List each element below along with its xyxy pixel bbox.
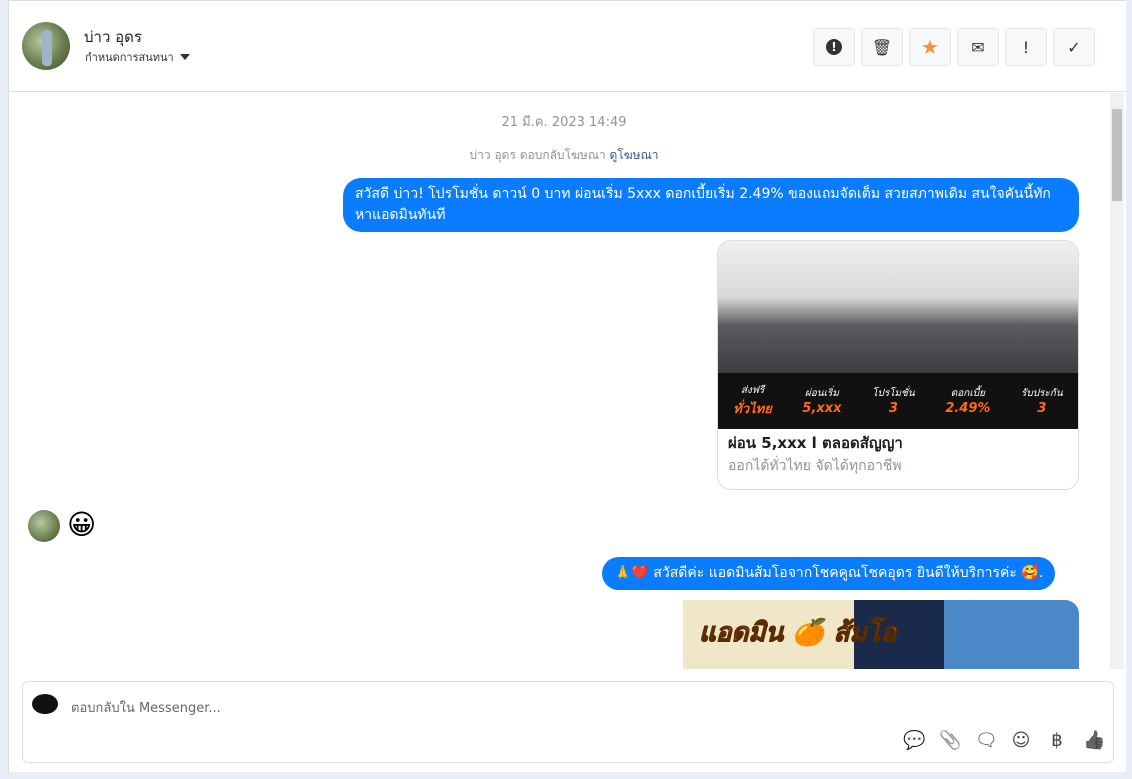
promo-value: 3 [888,401,898,416]
ad-reply-notice: บ่าว อุดร ตอบกลับโฆษณา ดูโฆษณา [9,146,1109,165]
mark-unread-button[interactable]: ✉ [957,28,999,66]
message-bubble: 🙏❤️ สวัสดีค่ะ แอดมินส้มโอจากโชคคูณโชคอุด… [602,557,1056,590]
car-image: ส่งฟรี ทั่วไทย ผ่อนเริ่ม 5,xxx โปรโมชั่น 3 … [718,241,1078,429]
promo-label: ส่งฟรี [740,385,765,396]
saved-reply-icon[interactable]: 💬 [903,730,925,751]
star-button[interactable]: ★ [909,28,951,66]
attachment-icon[interactable]: 📎 [939,730,961,751]
view-ad-link[interactable]: ดูโฆษณา [610,148,659,162]
card-subtitle: ออกได้ทั่วไทย จัดได้ทุกอาชีพ [728,458,902,474]
card-title: ผ่อน 5,xxx l ตลอดสัญญา [728,434,903,452]
page-avatar [32,694,58,714]
image-attachment[interactable]: แอดมิน 🍊 ส้มโอ [629,600,1079,669]
star-icon: ★ [921,35,939,59]
scrollbar-thumb[interactable] [1112,109,1122,201]
exclamation-icon: ! [1022,37,1030,57]
follow-up-button[interactable]: ! [1005,28,1047,66]
spam-button[interactable]: ! [813,28,855,66]
delete-button[interactable]: 🗑 [861,28,903,66]
assign-label: กำหนดการสนทนา [85,51,174,64]
envelope-icon: ✉ [971,37,985,57]
promo-value: 5,xxx [802,401,842,416]
promo-value: ทั่วไทย [733,402,772,417]
promo-label: รับประกัน [1020,388,1063,399]
promo-label: ดอกเบี้ย [950,388,985,399]
emoji-message: 😀 [67,508,97,541]
reply-input[interactable]: ตอบกลับใน Messenger... [71,697,221,718]
emoji-icon[interactable]: ☺ [1011,730,1031,751]
conversation-panel: บ่าว อุดร กำหนดการสนทนา ! 🗑 ★ ✉ ! ✓ 21 ม… [8,0,1127,772]
chat-bubble-icon[interactable]: 🗨 [975,730,998,751]
caret-down-icon [179,54,190,60]
promo-label: โปรโมชั่น [872,388,915,399]
message-bubble: สวัสดี บ่าว! โปรโมชั่น ดาวน์ 0 บาท ผ่อนเ… [343,178,1079,232]
timestamp: 21 มี.ค. 2023 14:49 [501,115,627,130]
contact-name: บ่าว อุดร [84,28,142,46]
banner-text: แอดมิน 🍊 ส้มโอ [698,618,897,649]
reply-composer: ตอบกลับใน Messenger... 💬 📎 🗨 ☺ ฿ 👍 [22,681,1114,763]
ad-card[interactable]: ส่งฟรี ทั่วไทย ผ่อนเริ่ม 5,xxx โปรโมชั่น 3 … [717,240,1079,490]
check-icon: ✓ [1067,37,1081,57]
composer-actions: 💬 📎 🗨 ☺ ฿ 👍 [903,730,1105,751]
replied-text: บ่าว อุดร ตอบกลับโฆษณา [469,148,606,162]
trash-icon: 🗑 [871,37,893,57]
baht-icon[interactable]: ฿ [1047,730,1067,751]
promo-value: 3 [1037,401,1047,416]
promo-label: ผ่อนเริ่ม [804,388,840,399]
scrollbar[interactable] [1110,93,1124,669]
conversation-header: บ่าว อุดร กำหนดการสนทนา ! 🗑 ★ ✉ ! ✓ [9,1,1127,92]
mark-done-button[interactable]: ✓ [1053,28,1095,66]
alert-circle-icon: ! [826,39,842,55]
promo-strip: ส่งฟรี ทั่วไทย ผ่อนเริ่ม 5,xxx โปรโมชั่น 3 … [718,373,1078,429]
thumbs-up-icon[interactable]: 👍 [1083,730,1105,751]
assign-conversation-dropdown[interactable]: กำหนดการสนทนา [85,48,190,66]
contact-avatar [28,510,60,542]
promo-value: 2.49% [945,401,991,416]
message-list: 21 มี.ค. 2023 14:49 บ่าว อุดร ตอบกลับโฆษ… [9,93,1109,669]
toolbar: ! 🗑 ★ ✉ ! ✓ [813,28,1095,66]
avatar[interactable] [22,22,70,70]
